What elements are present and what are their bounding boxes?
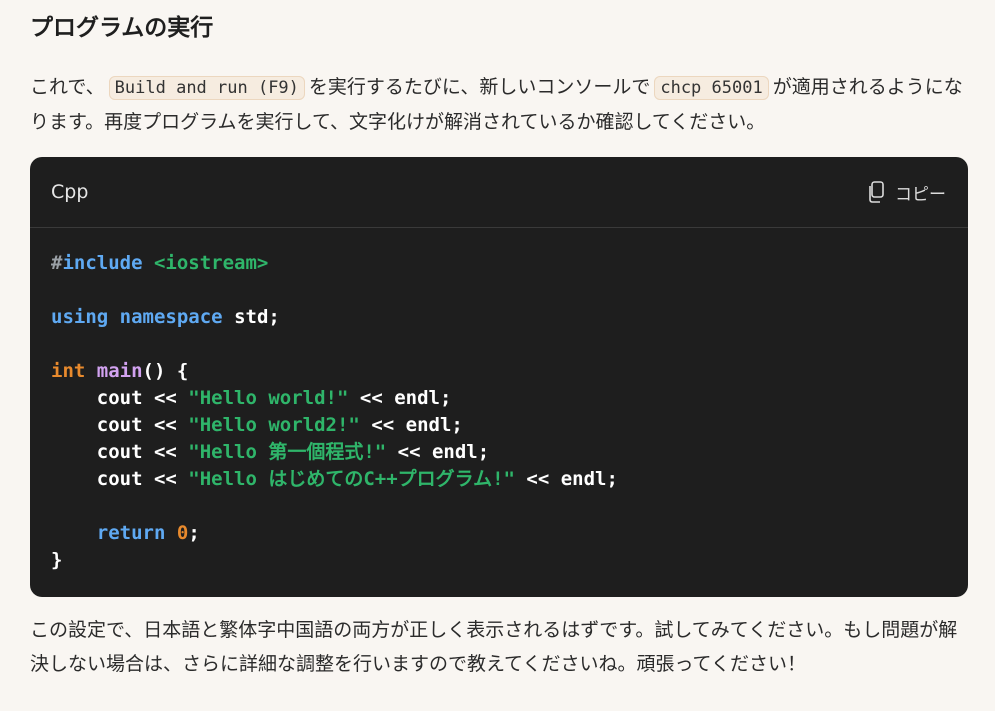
copy-button-label: コピー bbox=[895, 184, 946, 205]
copy-button[interactable]: コピー bbox=[867, 177, 946, 207]
inline-code-chcp: chcp 65001 bbox=[654, 76, 769, 100]
code-token: "Hello world!" bbox=[188, 387, 349, 409]
code-token: ; bbox=[188, 522, 200, 544]
code-block-header: Cpp コピー bbox=[30, 157, 968, 228]
code-token: << endl; bbox=[386, 441, 490, 463]
code-token: # bbox=[51, 252, 63, 274]
code-token: cout << bbox=[51, 441, 189, 463]
section-heading: プログラムの実行 bbox=[30, 15, 214, 41]
closing-paragraph: この設定で、日本語と繁体字中国語の両方が正しく表示されるはずです。試してみてくだ… bbox=[30, 619, 958, 675]
copy-icon bbox=[867, 181, 885, 203]
code-token: main bbox=[96, 360, 143, 382]
code-token: <iostream> bbox=[153, 252, 269, 274]
code-token: "Hello world2!" bbox=[188, 414, 360, 436]
code-language-label: Cpp bbox=[51, 181, 89, 203]
code-token: 0 bbox=[176, 522, 189, 544]
code-token: include bbox=[62, 252, 143, 274]
inline-code-build-run: Build and run (F9) bbox=[108, 76, 305, 100]
intro-text-1: これで、 bbox=[30, 76, 105, 98]
code-token: cout << bbox=[51, 468, 189, 490]
code-token: "Hello 第一個程式!" bbox=[188, 441, 387, 463]
code-token: std; bbox=[234, 306, 280, 328]
code-token: << endl; bbox=[348, 387, 452, 409]
code-token: namespace bbox=[119, 306, 223, 328]
code-token: () { bbox=[142, 360, 189, 382]
code-token: } bbox=[51, 549, 63, 571]
code-token: cout << bbox=[51, 414, 189, 436]
code-token: using bbox=[51, 306, 109, 328]
code-content: #include <iostream> using namespace std;… bbox=[30, 228, 968, 574]
code-token: return bbox=[96, 522, 166, 544]
code-block: Cpp コピー #include <iostream> using namesp… bbox=[30, 157, 968, 597]
code-token: cout << bbox=[51, 387, 189, 409]
code-token: << endl; bbox=[359, 414, 463, 436]
code-token: "Hello はじめてのC++プログラム!" bbox=[188, 468, 515, 490]
code-token: << endl; bbox=[514, 468, 618, 490]
intro-paragraph: これで、 Build and run (F9) を実行するたびに、新しいコンソールで… bbox=[30, 70, 975, 139]
code-token: int bbox=[51, 360, 86, 382]
intro-text-2: を実行するたびに、新しいコンソールで bbox=[308, 76, 651, 98]
